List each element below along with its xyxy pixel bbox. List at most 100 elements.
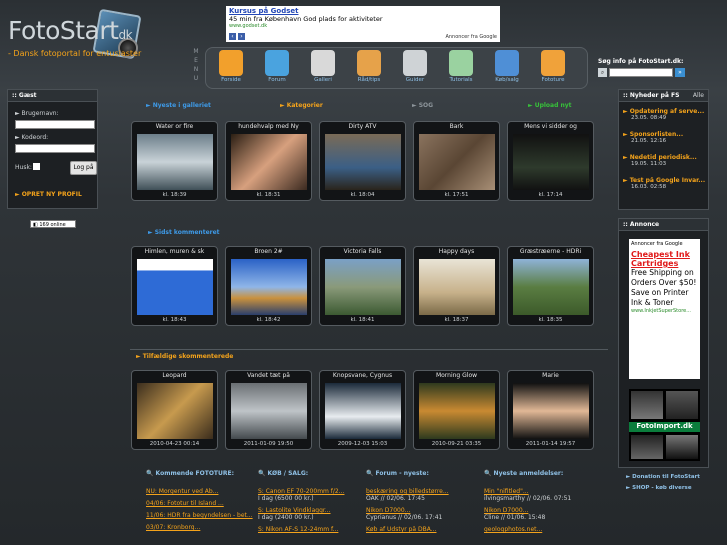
remember-checkbox[interactable] <box>33 163 40 170</box>
side-ad-by[interactable]: Annoncer fra Google <box>631 241 698 247</box>
gallery-thumb[interactable]: Vandet tæt på 2011-01-09 19:50 <box>225 370 312 450</box>
thumb-image[interactable] <box>231 134 307 190</box>
bottom-row[interactable]: S: Lastolite Vindklaggr... I dag (2400 00… <box>258 507 362 521</box>
bottom-row-link[interactable]: beskæring og billedstørre... <box>366 488 478 495</box>
thumb-image[interactable] <box>325 383 401 439</box>
top-ad-banner[interactable]: Kursus på Godset 45 min fra København Go… <box>226 6 500 42</box>
bottom-row-link[interactable]: S: Nikon AF-S 12-24mm f... <box>258 526 362 533</box>
ad-prev-icon[interactable]: ‹ <box>229 33 236 40</box>
login-button[interactable]: Log på <box>70 161 97 175</box>
thumb-image[interactable] <box>325 259 401 315</box>
thumb-image[interactable] <box>137 134 213 190</box>
gallery-thumb[interactable]: Victoria Falls kl. 18:41 <box>319 246 406 326</box>
right-link[interactable]: ► Donation til FotoStart <box>626 474 700 480</box>
bottom-row-link[interactable]: NU: Morgentur ved Ab... <box>146 488 254 495</box>
tab-categories[interactable]: ► Kategorier <box>280 102 323 109</box>
password-field[interactable] <box>15 144 95 153</box>
side-ad-headline[interactable]: Cheapest Ink Cartridges <box>631 250 698 268</box>
bottom-row[interactable]: 11/06: HDR fra begyndelsen - bet... <box>146 512 254 519</box>
gallery-thumb[interactable]: Mens vi sidder og kl. 17:14 <box>507 121 594 201</box>
menu-item-forum[interactable]: Forum <box>258 50 296 83</box>
gallery-thumb[interactable]: Morning Glow 2010-09-21 03:35 <box>413 370 500 450</box>
gallery-thumb[interactable]: Græstræerne - HDRi kl. 18:35 <box>507 246 594 326</box>
bottom-row[interactable]: Køb af Udstyr på DBA... <box>366 526 478 533</box>
ad-by-google[interactable]: Annoncer fra Google <box>445 34 497 40</box>
bottom-row-link[interactable]: geologphotos.net... <box>484 526 604 533</box>
gallery-thumb[interactable]: Water or fire kl. 18:39 <box>131 121 218 201</box>
side-ad[interactable]: Annoncer fra Google Cheapest Ink Cartrid… <box>629 239 700 379</box>
news-item-title[interactable]: ► Opdatering af serve... <box>623 108 708 115</box>
news-item-title[interactable]: ► Sponsorlisten... <box>623 131 708 138</box>
bottom-row-link[interactable]: Køb af Udstyr på DBA... <box>366 526 478 533</box>
ad-url[interactable]: www.godset.dk <box>229 23 497 29</box>
thumb-image[interactable] <box>137 383 213 439</box>
thumb-image[interactable] <box>231 383 307 439</box>
search-input[interactable] <box>609 68 673 77</box>
bottom-row-link[interactable]: Nikon D7000... <box>484 507 604 514</box>
menu-item-guider[interactable]: Guider <box>396 50 434 83</box>
gallery-thumb[interactable]: Bark kl. 17:51 <box>413 121 500 201</box>
thumb-image[interactable] <box>513 383 589 439</box>
side-ad-url[interactable]: www.InkjetSuperStore... <box>631 308 698 314</box>
search-go-button[interactable]: » <box>675 68 685 77</box>
news-all-link[interactable]: Alle <box>693 92 704 99</box>
fotoimport-banner[interactable]: FotoImport.dk <box>629 389 700 461</box>
bottom-row[interactable]: Nikon D7000... Cyprianus // 02/06. 17:41 <box>366 507 478 521</box>
gallery-thumb[interactable]: Broen 2# kl. 18:42 <box>225 246 312 326</box>
news-item[interactable]: ► Test på Google Invar... 16.03. 02:58 <box>623 177 708 190</box>
news-item[interactable]: ► Opdatering af serve... 23.05. 08:49 <box>623 108 708 121</box>
bottom-row[interactable]: Min "nifitled"... ilvingsmarthy // 02/06.… <box>484 488 604 502</box>
thumb-image[interactable] <box>513 259 589 315</box>
bottom-row-link[interactable]: Min "nifitled"... <box>484 488 604 495</box>
gallery-thumb[interactable]: Dirty ATV kl. 18:04 <box>319 121 406 201</box>
bottom-row-link[interactable]: Nikon D7000... <box>366 507 478 514</box>
bottom-row-link[interactable]: 04/06: Fototur til Island ... <box>146 500 254 507</box>
thumb-image[interactable] <box>513 134 589 190</box>
right-link[interactable]: ► SHOP - køb diverse <box>626 485 700 491</box>
thumb-image[interactable] <box>419 383 495 439</box>
bottom-row[interactable]: beskæring og billedstørre... OAK // 02/06… <box>366 488 478 502</box>
tab-search[interactable]: ► SOG <box>412 102 433 109</box>
bottom-row[interactable]: S: Canon EF 70-200mm f/2... I dag (6500 0… <box>258 488 362 502</box>
thumb-image[interactable] <box>137 259 213 315</box>
menu-item-label: Forside <box>221 77 241 83</box>
menu-item-fototure[interactable]: Fototure <box>534 50 572 83</box>
bottom-row[interactable]: geologphotos.net... <box>484 526 604 533</box>
gallery-thumb[interactable]: Marie 2011-01-14 19:57 <box>507 370 594 450</box>
news-item-title[interactable]: ► Test på Google Invar... <box>623 177 708 184</box>
news-item-title[interactable]: ► Nedetid periodisk... <box>623 154 708 161</box>
menu-item-rådtips[interactable]: Råd/tips <box>350 50 388 83</box>
gallery-thumb[interactable]: hundehvalp med Ny kl. 18:31 <box>225 121 312 201</box>
thumb-image[interactable] <box>231 259 307 315</box>
thumb-time: 2011-01-14 19:57 <box>525 441 576 447</box>
tab-newest[interactable]: ► Nyeste i galleriet <box>146 102 211 109</box>
news-item[interactable]: ► Nedetid periodisk... 19.05. 11:03 <box>623 154 708 167</box>
bottom-row-link[interactable]: 11/06: HDR fra begyndelsen - bet... <box>146 512 254 519</box>
create-profile-link[interactable]: ► OPRET NY PROFIL <box>15 191 82 198</box>
gallery-thumb[interactable]: Leopard 2010-04-23 00:14 <box>131 370 218 450</box>
ad-next-icon[interactable]: › <box>238 33 245 40</box>
tab-upload[interactable]: ► Upload nyt <box>528 102 572 109</box>
menu-item-tutorials[interactable]: Tutorials <box>442 50 480 83</box>
gallery-thumb[interactable]: Knopsvane, Cygnus 2009-12-03 15:03 <box>319 370 406 450</box>
bottom-row-link[interactable]: 03/07: Kronborg... <box>146 524 254 531</box>
bottom-row[interactable]: S: Nikon AF-S 12-24mm f... <box>258 526 362 533</box>
bottom-row[interactable]: 03/07: Kronborg... <box>146 524 254 531</box>
thumb-image[interactable] <box>419 259 495 315</box>
bottom-row[interactable]: Nikon D7000... Cline // 01/06. 15:48 <box>484 507 604 521</box>
bottom-row[interactable]: 04/06: Fototur til Island ... <box>146 500 254 507</box>
gallery-thumb[interactable]: Himlen, muren & sk kl. 18:43 <box>131 246 218 326</box>
thumb-image[interactable] <box>325 134 401 190</box>
site-logo[interactable]: FotoStartdk - Dansk fotoportal for entus… <box>8 8 188 64</box>
gallery-thumb[interactable]: Happy days kl. 18:37 <box>413 246 500 326</box>
news-item[interactable]: ► Sponsorlisten... 21.05. 12:16 <box>623 131 708 144</box>
bottom-row-link[interactable]: S: Canon EF 70-200mm f/2... <box>258 488 362 495</box>
username-field[interactable] <box>15 120 95 129</box>
bottom-row-link[interactable]: S: Lastolite Vindklaggr... <box>258 507 362 514</box>
thumb-image[interactable] <box>419 134 495 190</box>
ad-headline[interactable]: Kursus på Godset <box>229 7 497 15</box>
menu-item-forside[interactable]: Forside <box>212 50 250 83</box>
menu-item-galleri[interactable]: Galleri <box>304 50 342 83</box>
bottom-row[interactable]: NU: Morgentur ved Ab... <box>146 488 254 495</box>
menu-item-købsalg[interactable]: Køb/salg <box>488 50 526 83</box>
